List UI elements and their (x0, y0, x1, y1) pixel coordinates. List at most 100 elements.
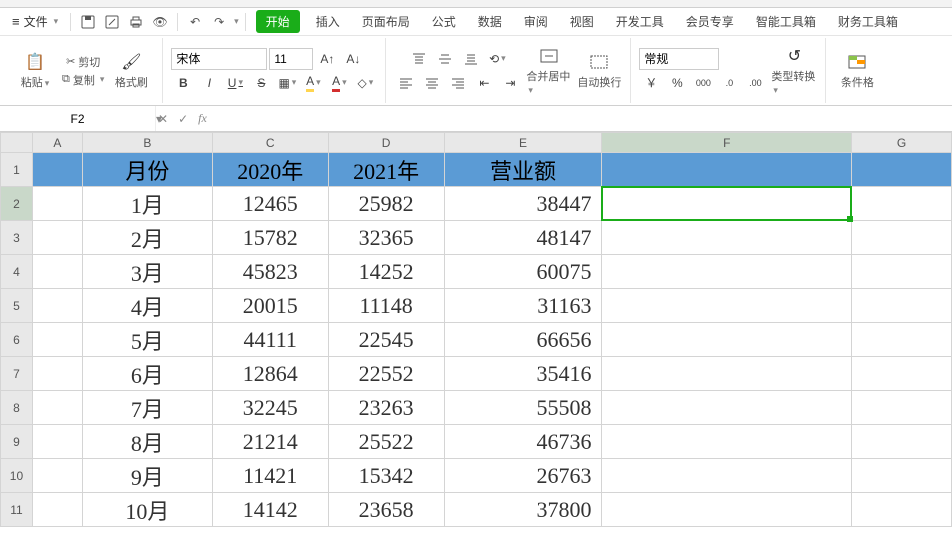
underline-button[interactable]: U▾ (223, 72, 247, 94)
cell-D4[interactable]: 14252 (328, 255, 444, 289)
cell-F6[interactable] (602, 323, 852, 357)
strikethrough-button[interactable]: S (249, 72, 273, 94)
cell-B1[interactable]: 月份 (82, 153, 212, 187)
cell-E10[interactable]: 26763 (444, 459, 602, 493)
decrease-font-button[interactable]: A↓ (341, 48, 365, 70)
accept-formula-icon[interactable]: ✓ (178, 112, 188, 126)
cell-D10[interactable]: 15342 (328, 459, 444, 493)
cell-A1[interactable] (32, 153, 82, 187)
cell-E4[interactable]: 60075 (444, 255, 602, 289)
cell-C10[interactable]: 11421 (212, 459, 328, 493)
cell-B11[interactable]: 10月 (82, 493, 212, 527)
cell-B9[interactable]: 8月 (82, 425, 212, 459)
format-painter-button[interactable]: 🖌格式刷 (108, 52, 154, 90)
merge-center-button[interactable]: 合并居中▾ (526, 46, 572, 96)
italic-button[interactable]: I (197, 72, 221, 94)
col-header-G[interactable]: G (852, 133, 952, 153)
cell-F1[interactable] (602, 153, 852, 187)
row-header[interactable]: 3 (1, 221, 33, 255)
col-header-A[interactable]: A (32, 133, 82, 153)
copy-button[interactable]: ⧉复制▾ (62, 72, 104, 88)
col-header-F[interactable]: F (602, 133, 852, 153)
currency-button[interactable]: ￥ (639, 72, 663, 94)
cell-G4[interactable] (852, 255, 952, 289)
tab-insert[interactable]: 插入 (306, 9, 350, 34)
fx-icon[interactable]: fx (198, 111, 207, 126)
cell-E8[interactable]: 55508 (444, 391, 602, 425)
row-header[interactable]: 2 (1, 187, 33, 221)
row-header[interactable]: 1 (1, 153, 33, 187)
cell-A8[interactable] (32, 391, 82, 425)
cell-G11[interactable] (852, 493, 952, 527)
increase-font-button[interactable]: A↑ (315, 48, 339, 70)
fill-color-button[interactable]: A▾ (301, 72, 325, 94)
font-color-button[interactable]: A▾ (327, 72, 351, 94)
redo-icon[interactable]: ↷ (208, 11, 230, 33)
row-header[interactable]: 10 (1, 459, 33, 493)
cell-B7[interactable]: 6月 (82, 357, 212, 391)
cell-F3[interactable] (602, 221, 852, 255)
cell-D6[interactable]: 22545 (328, 323, 444, 357)
cancel-formula-icon[interactable]: ✕ (158, 112, 168, 126)
col-header-B[interactable]: B (82, 133, 212, 153)
cell-D5[interactable]: 11148 (328, 289, 444, 323)
clear-format-button[interactable]: ◇▾ (353, 72, 377, 94)
cell-C2[interactable]: 12465 (212, 187, 328, 221)
cell-A4[interactable] (32, 255, 82, 289)
cell-A7[interactable] (32, 357, 82, 391)
cell-D1[interactable]: 2021年 (328, 153, 444, 187)
increase-decimal-button[interactable]: .00 (743, 72, 767, 94)
print-preview-icon[interactable]: 👁 (149, 11, 171, 33)
wrap-text-button[interactable]: 自动换行 (576, 52, 622, 90)
row-header[interactable]: 8 (1, 391, 33, 425)
cell-A10[interactable] (32, 459, 82, 493)
cell-C3[interactable]: 15782 (212, 221, 328, 255)
cell-E2[interactable]: 38447 (444, 187, 602, 221)
row-header[interactable]: 11 (1, 493, 33, 527)
cell-G8[interactable] (852, 391, 952, 425)
number-format-combo[interactable] (639, 48, 719, 70)
tab-page-layout[interactable]: 页面布局 (352, 9, 420, 34)
cell-D8[interactable]: 23263 (328, 391, 444, 425)
cell-F11[interactable] (602, 493, 852, 527)
indent-decrease-button[interactable]: ⇤ (472, 72, 496, 94)
spreadsheet-grid[interactable]: A B C D E F G 1月份2020年2021年营业额21月1246525… (0, 132, 952, 554)
conditional-format-button[interactable]: 条件格 (834, 52, 880, 90)
tab-view[interactable]: 视图 (560, 9, 604, 34)
cell-F7[interactable] (602, 357, 852, 391)
cell-A3[interactable] (32, 221, 82, 255)
cell-E9[interactable]: 46736 (444, 425, 602, 459)
tab-member[interactable]: 会员专享 (676, 9, 744, 34)
cell-G5[interactable] (852, 289, 952, 323)
cell-F5[interactable] (602, 289, 852, 323)
cell-B3[interactable]: 2月 (82, 221, 212, 255)
save-as-icon[interactable] (101, 11, 123, 33)
cell-C8[interactable]: 32245 (212, 391, 328, 425)
cell-D3[interactable]: 32365 (328, 221, 444, 255)
cell-G3[interactable] (852, 221, 952, 255)
tab-review[interactable]: 审阅 (514, 9, 558, 34)
cell-D2[interactable]: 25982 (328, 187, 444, 221)
cell-F4[interactable] (602, 255, 852, 289)
row-header[interactable]: 6 (1, 323, 33, 357)
file-menu[interactable]: ≡文件▾ (6, 13, 64, 30)
col-header-D[interactable]: D (328, 133, 444, 153)
indent-increase-button[interactable]: ⇥ (498, 72, 522, 94)
cell-G7[interactable] (852, 357, 952, 391)
cell-B5[interactable]: 4月 (82, 289, 212, 323)
cell-D9[interactable]: 25522 (328, 425, 444, 459)
cell-A2[interactable] (32, 187, 82, 221)
cell-G10[interactable] (852, 459, 952, 493)
cell-G2[interactable] (852, 187, 952, 221)
name-box-input[interactable] (0, 106, 155, 131)
comma-button[interactable]: 000 (691, 72, 715, 94)
cell-A9[interactable] (32, 425, 82, 459)
row-header[interactable]: 5 (1, 289, 33, 323)
print-icon[interactable] (125, 11, 147, 33)
cell-F2[interactable] (602, 187, 852, 221)
decrease-decimal-button[interactable]: .0 (717, 72, 741, 94)
cell-E1[interactable]: 营业额 (444, 153, 602, 187)
cell-B4[interactable]: 3月 (82, 255, 212, 289)
cell-D11[interactable]: 23658 (328, 493, 444, 527)
percent-button[interactable]: % (665, 72, 689, 94)
